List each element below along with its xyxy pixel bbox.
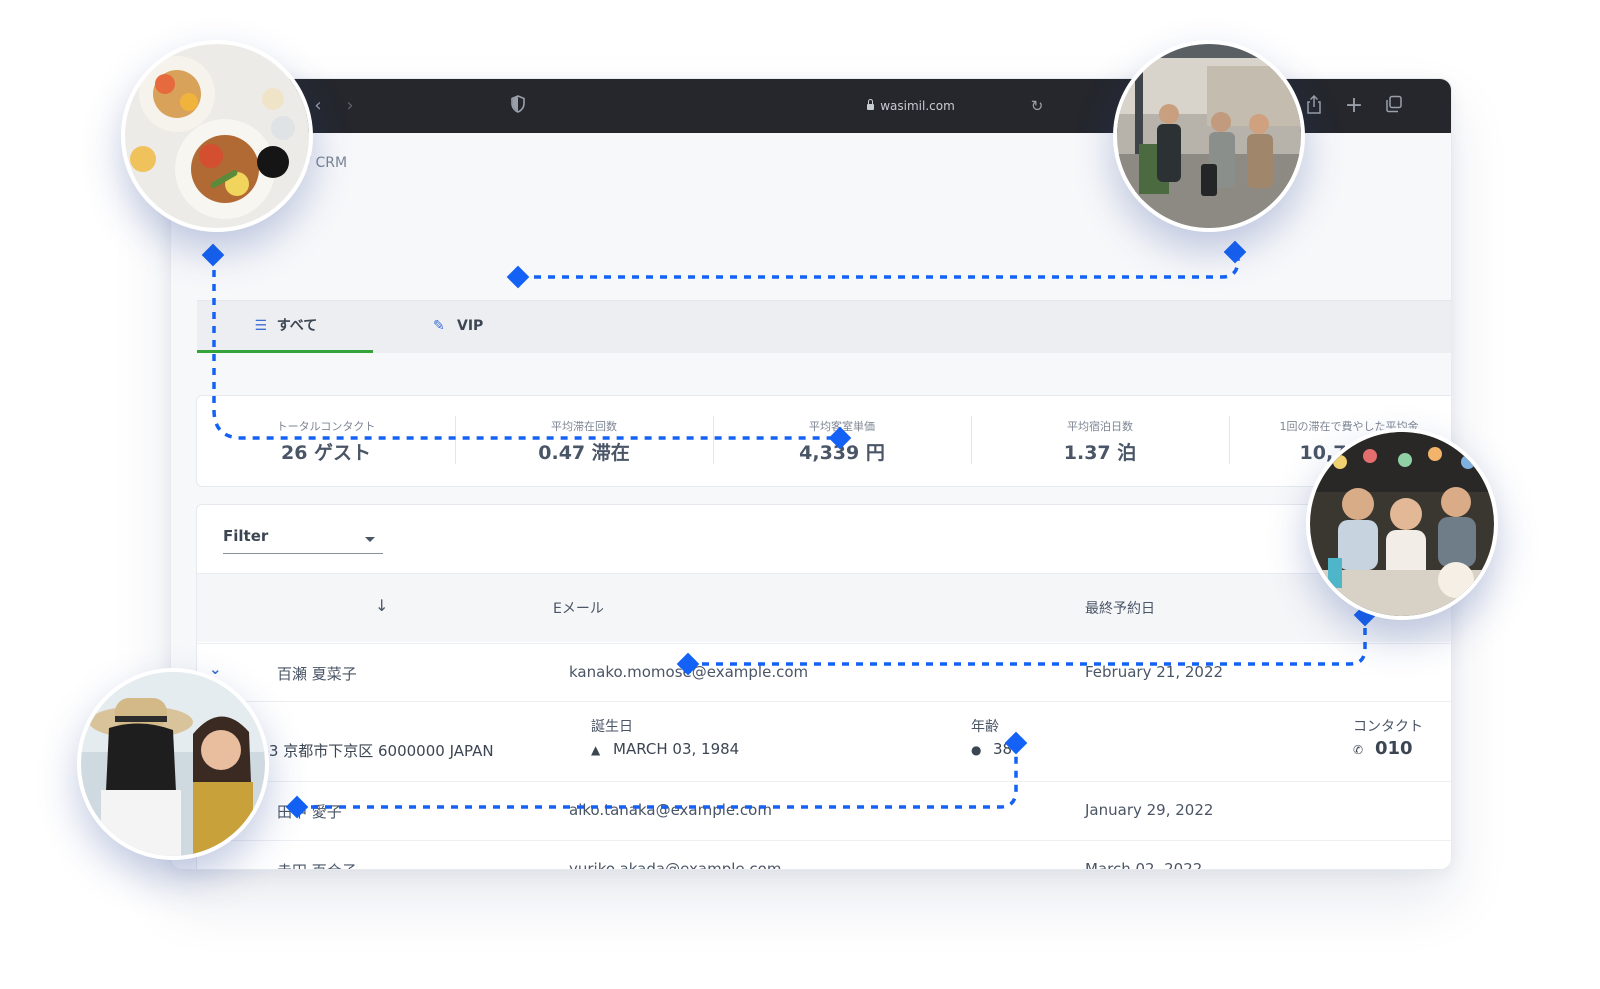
guests-laughing-photo	[77, 668, 269, 860]
connector-node	[828, 426, 852, 450]
breakfast-photo	[121, 40, 313, 232]
connector-node	[676, 652, 700, 676]
hotel-guests-photo	[1113, 40, 1305, 232]
connector-path	[212, 256, 840, 440]
connector-node	[1223, 240, 1247, 264]
connector-path	[520, 254, 1240, 279]
connector-node	[1004, 731, 1028, 755]
connector-path	[688, 616, 1367, 666]
connector-node	[201, 243, 225, 267]
party-photo	[1306, 428, 1498, 620]
connector-node	[506, 265, 530, 289]
connector-path	[297, 745, 1018, 809]
connector-node	[285, 795, 309, 819]
